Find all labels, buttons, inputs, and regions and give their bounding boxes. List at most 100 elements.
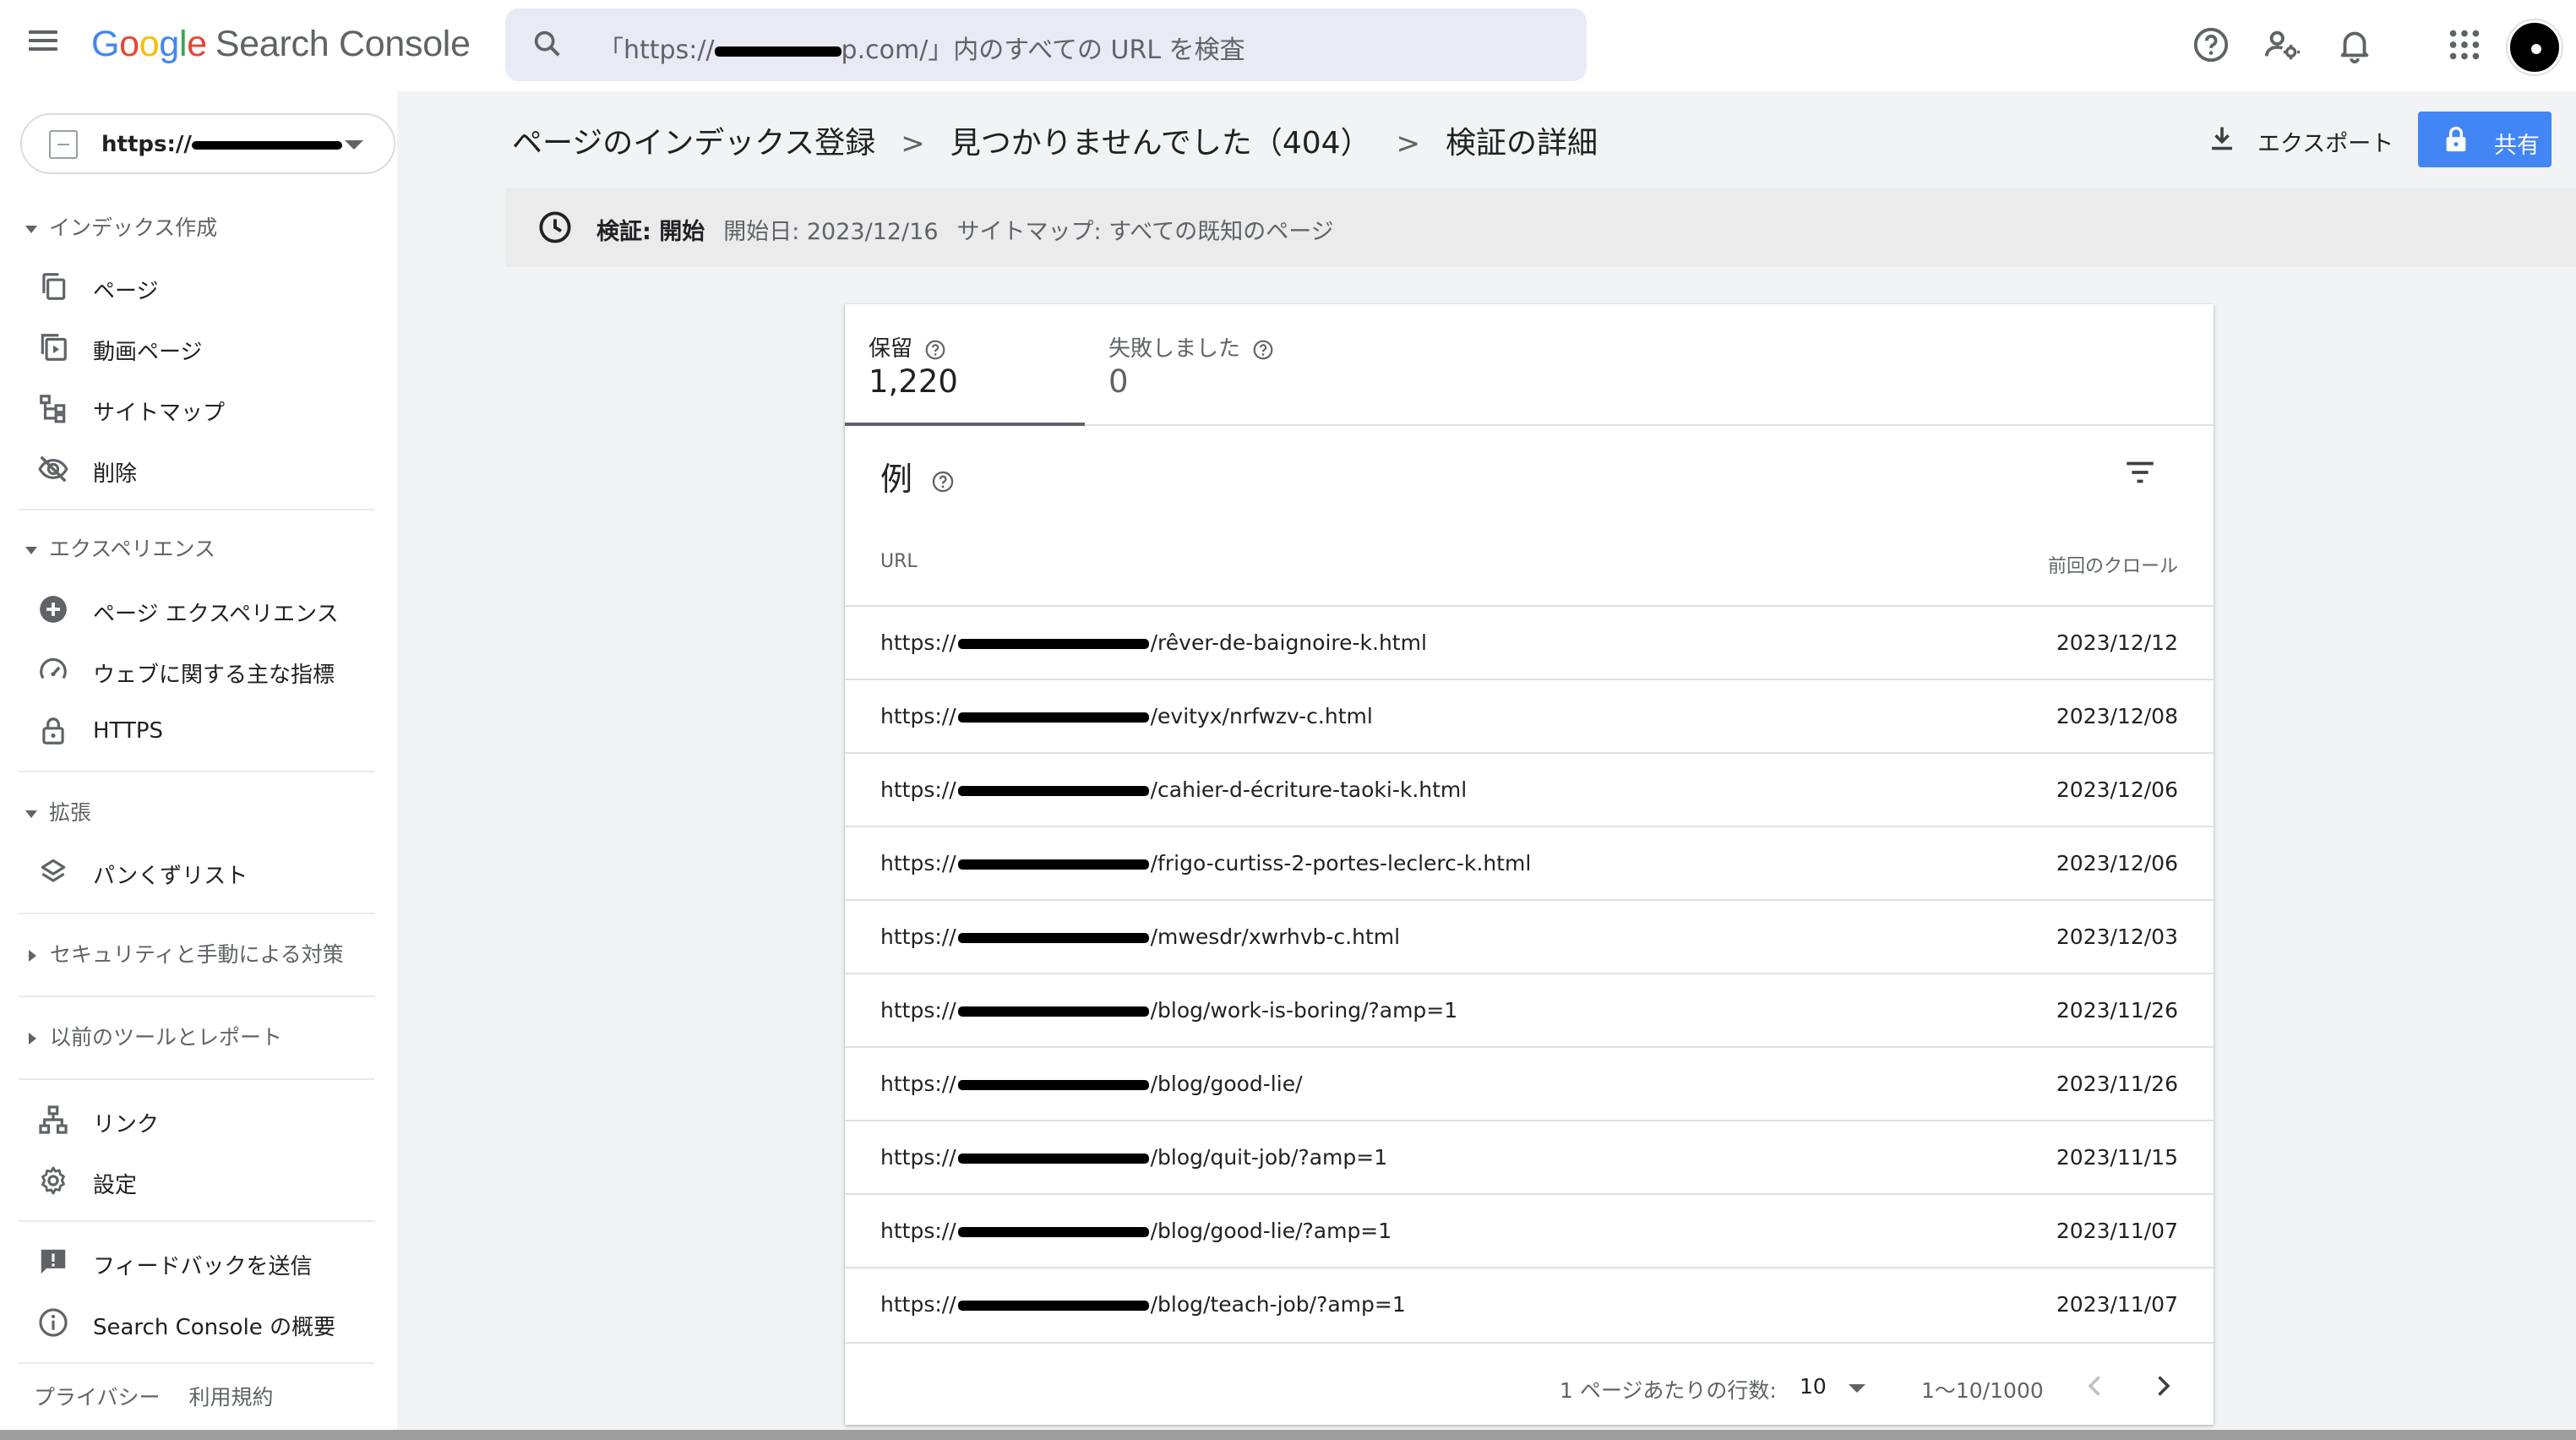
table-row[interactable]: https:///rêver-de-baignoire-k.html 2023/1… xyxy=(845,605,2214,679)
section-security-manual-actions[interactable]: セキュリティと手動による対策 xyxy=(25,938,344,968)
chevron-down-icon[interactable] xyxy=(1849,1384,1865,1393)
row-url[interactable]: https:///blog/quit-job/?amp=1 xyxy=(880,1145,1387,1170)
section-experience[interactable]: エクスペリエンス xyxy=(25,532,215,563)
section-enhancements[interactable]: 拡張 xyxy=(25,796,91,826)
sidebar-item-removals[interactable]: 削除 xyxy=(37,448,384,492)
sidebar-item-video-pages[interactable]: 動画ページ xyxy=(37,326,384,370)
filter-icon[interactable] xyxy=(2122,455,2158,490)
divider xyxy=(19,509,375,510)
row-last-crawl-date: 2023/12/12 xyxy=(2056,630,2178,655)
sidebar-item-about[interactable]: Search Console の概要 xyxy=(37,1301,384,1345)
google-search-console-logo[interactable]: Google Search Console xyxy=(91,24,471,65)
row-url[interactable]: https:///blog/good-lie/?amp=1 xyxy=(880,1219,1391,1243)
table-bottom-divider xyxy=(845,1342,2214,1344)
property-icon xyxy=(49,130,78,159)
table-row[interactable]: https:///cahier-d-écriture-taoki-k.html 2… xyxy=(845,752,2214,826)
breadcrumb-item-not-found-404[interactable]: 見つかりませんでした（404） xyxy=(950,126,1371,161)
add-circle-icon xyxy=(40,596,67,623)
failed-count: 0 xyxy=(1108,363,1129,400)
validation-start-date: 開始日: 2023/12/16 xyxy=(723,219,939,245)
row-last-crawl-date: 2023/11/07 xyxy=(2056,1292,2178,1317)
help-icon[interactable] xyxy=(1252,339,1274,361)
sidebar-item-sitemaps[interactable]: サイトマップ xyxy=(37,387,384,431)
collapsed-arrow-icon xyxy=(29,950,36,962)
notifications-icon[interactable] xyxy=(2335,25,2374,64)
table-row[interactable]: https:///blog/good-lie/?amp=1 2023/11/07 xyxy=(845,1193,2214,1267)
sidebar-item-https[interactable]: HTTPS xyxy=(37,710,384,754)
pagination: 1 ページあたりの行数: 10 1〜10/1000 xyxy=(845,1366,2214,1408)
section-indexing[interactable]: インデックス作成 xyxy=(25,211,217,242)
row-url[interactable]: https:///rêver-de-baignoire-k.html xyxy=(880,630,1427,655)
sidebar-item-settings[interactable]: 設定 xyxy=(37,1159,384,1203)
tab-pending[interactable]: 保留 1,220 xyxy=(845,304,1085,426)
download-icon xyxy=(2212,127,2232,150)
chevron-down-icon xyxy=(345,140,363,150)
sidebar-item-links[interactable]: リンク xyxy=(37,1099,384,1143)
table-row[interactable]: https:///blog/good-lie/2023/11/26 xyxy=(845,1046,2214,1120)
breadcrumb: ページのインデックス登録 > 見つかりませんでした（404） > 検証の詳細 xyxy=(512,118,1598,162)
top-app-bar: Google Search Console 「https://p.com/」内のす… xyxy=(0,0,2576,91)
sidebar-item-send-feedback[interactable]: フィードバックを送信 xyxy=(37,1241,384,1285)
lock-icon xyxy=(42,717,64,745)
chevron-right-icon: > xyxy=(1396,127,1421,161)
row-url[interactable]: https:///blog/work-is-boring/?amp=1 xyxy=(880,998,1457,1023)
gear-icon xyxy=(41,1166,65,1195)
table-row[interactable]: https:///mwesdr/xwrhvb-c.html 2023/12/03 xyxy=(845,899,2214,973)
terms-link[interactable]: 利用規約 xyxy=(189,1385,274,1410)
help-icon[interactable] xyxy=(931,470,955,494)
table-row[interactable]: https:///blog/quit-job/?amp=1 2023/11/15 xyxy=(845,1120,2214,1193)
table-row[interactable]: https:///blog/work-is-boring/?amp=1 2023/… xyxy=(845,973,2214,1046)
redacted-domain xyxy=(191,140,342,150)
divider xyxy=(19,1220,375,1222)
column-header-last-crawl[interactable]: 前回のクロール xyxy=(2048,551,2178,578)
chevron-right-icon: > xyxy=(901,127,925,161)
next-page-icon[interactable] xyxy=(2148,1371,2178,1401)
redacted-domain xyxy=(957,1080,1149,1090)
column-header-url[interactable]: URL xyxy=(880,551,918,572)
expand-arrow-icon xyxy=(25,546,37,554)
rows-per-page-select[interactable]: 10 xyxy=(1800,1374,1827,1399)
account-avatar[interactable] xyxy=(2508,20,2562,74)
url-inspection-search[interactable]: 「https://p.com/」内のすべての URL を検査 xyxy=(505,8,1587,81)
divider xyxy=(19,1362,375,1364)
sidebar-item-core-web-vitals[interactable]: ウェブに関する主な指標 xyxy=(37,649,384,693)
sidebar-item-page-experience[interactable]: ページ エクスペリエンス xyxy=(37,588,384,632)
product-name: Search Console xyxy=(215,24,471,64)
collapsed-arrow-icon xyxy=(29,1033,36,1045)
section-legacy-tools[interactable]: 以前のツールとレポート xyxy=(25,1021,282,1051)
help-icon[interactable] xyxy=(924,339,946,361)
links-hierarchy-icon xyxy=(39,1105,68,1134)
row-url[interactable]: https:///mwesdr/xwrhvb-c.html xyxy=(880,925,1400,949)
row-url[interactable]: https:///cahier-d-écriture-taoki-k.html xyxy=(880,777,1467,802)
examples-heading: 例 xyxy=(880,453,955,499)
row-last-crawl-date: 2023/12/06 xyxy=(2056,777,2178,802)
lock-icon xyxy=(2446,126,2466,152)
property-selector[interactable]: https:// xyxy=(20,113,395,174)
validation-status-bar: 検証: 開始 開始日: 2023/12/16 サイトマップ: すべての既知のページ xyxy=(505,188,2576,267)
row-url[interactable]: https:///evityx/nrfwzv-c.html xyxy=(880,704,1373,728)
help-icon[interactable] xyxy=(2192,25,2230,64)
table-row[interactable]: https:///evityx/nrfwzv-c.html 2023/12/08 xyxy=(845,679,2214,752)
breadcrumb-item-page-indexing[interactable]: ページのインデックス登録 xyxy=(512,126,875,161)
row-last-crawl-date: 2023/12/08 xyxy=(2056,704,2178,728)
privacy-link[interactable]: プライバシー xyxy=(34,1385,161,1410)
row-url[interactable]: https:///frigo-curtiss-2-portes-leclerc-… xyxy=(880,851,1531,875)
sidebar-item-breadcrumbs[interactable]: パンくずリスト xyxy=(37,850,384,894)
table-row[interactable]: https:///frigo-curtiss-2-portes-leclerc-… xyxy=(845,826,2214,899)
row-url[interactable]: https:///blog/good-lie/ xyxy=(880,1072,1303,1096)
redacted-domain xyxy=(957,1154,1149,1164)
sidebar-item-pages[interactable]: ページ xyxy=(37,265,384,309)
share-button[interactable]: 共有 xyxy=(2418,112,2551,167)
video-pages-icon xyxy=(41,334,67,361)
main-menu-icon[interactable] xyxy=(29,25,69,66)
divider xyxy=(19,1078,375,1080)
row-last-crawl-date: 2023/11/26 xyxy=(2056,998,2178,1023)
examples-table-body: https:///rêver-de-baignoire-k.html 2023/1… xyxy=(845,605,2214,1340)
table-row[interactable]: https:///blog/teach-job/?amp=1 2023/11/07 xyxy=(845,1267,2214,1340)
apps-grid-icon[interactable] xyxy=(2445,25,2484,64)
manage-users-icon[interactable] xyxy=(2263,25,2301,64)
row-url[interactable]: https:///blog/teach-job/?amp=1 xyxy=(880,1292,1406,1317)
previous-page-icon[interactable] xyxy=(2080,1371,2110,1401)
search-input[interactable]: 「https://p.com/」内のすべての URL を検査 xyxy=(598,29,1245,66)
tab-failed[interactable]: 失敗しました 0 xyxy=(1085,304,1325,426)
